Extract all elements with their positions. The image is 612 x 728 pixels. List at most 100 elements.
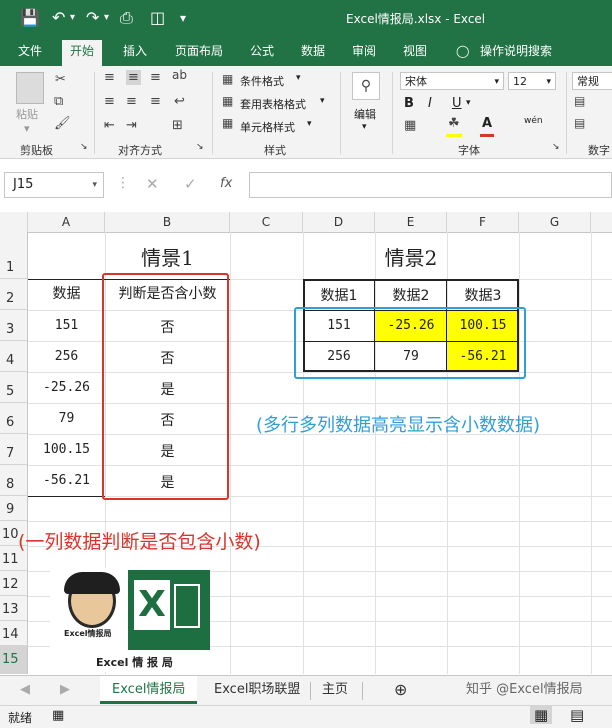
sheet-tab-active[interactable]: Excel情报局 (100, 676, 198, 704)
copy-icon[interactable]: ⧉ (54, 94, 63, 109)
select-all-corner[interactable] (0, 212, 28, 232)
underline-button[interactable]: U (452, 96, 462, 111)
tab-view[interactable]: 视图 (403, 42, 427, 64)
edit-button[interactable]: 编辑 (354, 106, 376, 122)
cut-icon[interactable]: ✂ (55, 72, 66, 87)
italic-button[interactable]: I (428, 96, 432, 111)
font-name-select[interactable]: 宋体 ▾ (400, 72, 504, 90)
normal-view-icon[interactable]: ▦ (530, 706, 553, 724)
macro-record-icon[interactable]: ▦ (52, 708, 64, 723)
row-header-5[interactable]: 5 (0, 372, 28, 403)
scene2-header[interactable]: 数据3 (447, 285, 519, 305)
undo-dropdown-icon[interactable]: ▾ (70, 12, 75, 23)
currency-icon[interactable]: ▤ (574, 94, 585, 108)
redo-dropdown-icon[interactable]: ▾ (104, 12, 109, 23)
column-header-e[interactable]: E (375, 212, 447, 232)
tell-me-search[interactable]: 操作说明搜索 (480, 42, 552, 64)
search-icon[interactable]: ⚲ (352, 72, 380, 100)
column-header-b[interactable]: B (105, 212, 230, 232)
tab-review[interactable]: 审阅 (352, 42, 376, 64)
tab-formulas[interactable]: 公式 (250, 42, 274, 64)
scene1-value-cell[interactable]: 100.15 (28, 442, 105, 457)
font-launcher-icon[interactable]: ↘ (552, 142, 560, 152)
row-header-2[interactable]: 2 (0, 279, 28, 310)
decimal-icon[interactable]: ▤ (574, 116, 585, 130)
name-box[interactable]: J15 ▾ (4, 172, 104, 198)
tab-page-layout[interactable]: 页面布局 (175, 42, 223, 64)
confirm-icon[interactable]: ✓ (184, 175, 197, 193)
tab-home[interactable]: 开始 (62, 40, 103, 66)
row-header-1[interactable]: 1 (0, 232, 28, 279)
export-icon[interactable]: ◫ (150, 8, 165, 27)
align-bottom-icon[interactable]: ≡ (150, 70, 161, 85)
tab-file[interactable]: 文件 (18, 42, 42, 64)
formula-input[interactable] (249, 172, 612, 198)
prev-sheet-icon[interactable]: ◀ (20, 676, 30, 704)
cell-style-button[interactable]: 单元格样式 (240, 119, 295, 135)
row-header-14[interactable]: 14 (0, 621, 28, 646)
increase-indent-icon[interactable]: ⇥ (126, 118, 137, 133)
dialog-launcher-icon[interactable]: ↘ (80, 142, 88, 152)
save-icon[interactable]: 💾 (20, 8, 40, 27)
conditional-format-button[interactable]: 条件格式 (240, 73, 284, 89)
row-header-15[interactable]: 15 (0, 646, 28, 674)
phonetic-button[interactable]: wén (524, 116, 543, 126)
scene2-header[interactable]: 数据2 (375, 285, 447, 305)
fill-color-icon[interactable]: ☘ (448, 116, 460, 131)
chevron-down-icon[interactable]: ▾ (362, 122, 367, 132)
column-header-c[interactable]: C (230, 212, 303, 232)
tab-data[interactable]: 数据 (301, 42, 325, 64)
align-left-icon[interactable]: ≡ (104, 94, 115, 109)
paste-icon[interactable] (16, 72, 44, 104)
table-format-button[interactable]: 套用表格格式 (240, 96, 306, 112)
scene1-value-cell[interactable]: 151 (28, 318, 105, 333)
scene2-header[interactable]: 数据1 (303, 285, 375, 305)
add-sheet-icon[interactable]: ⊕ (394, 676, 407, 704)
chevron-down-icon[interactable]: ▾ (296, 73, 301, 83)
column-header-g[interactable]: G (519, 212, 591, 232)
undo-icon[interactable]: ↶ (52, 8, 65, 27)
row-header-9[interactable]: 9 (0, 496, 28, 521)
column-header-a[interactable]: A (28, 212, 105, 232)
merge-center-icon[interactable]: ⊞ (172, 118, 183, 133)
align-center-icon[interactable]: ≡ (126, 94, 137, 109)
row-header-8[interactable]: 8 (0, 465, 28, 496)
chevron-down-icon[interactable]: ▾ (307, 119, 312, 129)
font-color-icon[interactable]: A (482, 116, 492, 131)
next-sheet-icon[interactable]: ▶ (60, 676, 70, 704)
print-preview-icon[interactable]: ⎙ (120, 8, 133, 28)
scene1-value-cell[interactable]: -56.21 (28, 473, 105, 488)
row-header-4[interactable]: 4 (0, 341, 28, 372)
scene1-header-data[interactable]: 数据 (28, 283, 105, 303)
page-layout-view-icon[interactable]: ▤ (570, 706, 584, 724)
font-size-select[interactable]: 12 ▾ (508, 72, 556, 90)
sheet-tab[interactable]: 主页 (322, 676, 348, 704)
chevron-down-icon[interactable]: ▾ (466, 98, 471, 108)
insert-function-icon[interactable]: fx (220, 176, 232, 191)
row-header-6[interactable]: 6 (0, 403, 28, 434)
align-top-icon[interactable]: ≡ (104, 70, 115, 85)
customize-toolbar-icon[interactable]: ▾ (180, 11, 186, 25)
column-header-f[interactable]: F (447, 212, 519, 232)
column-header-d[interactable]: D (303, 212, 375, 232)
scene1-value-cell[interactable]: 256 (28, 349, 105, 364)
cancel-icon[interactable]: ✕ (146, 175, 159, 193)
decrease-indent-icon[interactable]: ⇤ (104, 118, 115, 133)
row-header-12[interactable]: 12 (0, 571, 28, 596)
bold-button[interactable]: B (404, 96, 414, 111)
tab-insert[interactable]: 插入 (123, 42, 147, 64)
row-header-3[interactable]: 3 (0, 310, 28, 341)
paste-button[interactable]: 粘贴 (16, 106, 38, 122)
paste-dropdown-icon[interactable]: ▾ (24, 122, 30, 135)
orientation-icon[interactable]: ab (172, 68, 187, 82)
border-icon[interactable]: ▦ (404, 118, 416, 133)
redo-icon[interactable]: ↷ (86, 8, 99, 27)
align-middle-icon[interactable]: ≡ (126, 70, 141, 85)
format-painter-icon[interactable]: 🖌 (54, 116, 71, 131)
row-header-7[interactable]: 7 (0, 434, 28, 465)
number-format-select[interactable]: 常规 (572, 72, 612, 90)
chevron-down-icon[interactable]: ▾ (320, 96, 325, 106)
row-header-13[interactable]: 13 (0, 596, 28, 621)
scene1-value-cell[interactable]: 79 (28, 411, 105, 426)
align-right-icon[interactable]: ≡ (150, 94, 161, 109)
